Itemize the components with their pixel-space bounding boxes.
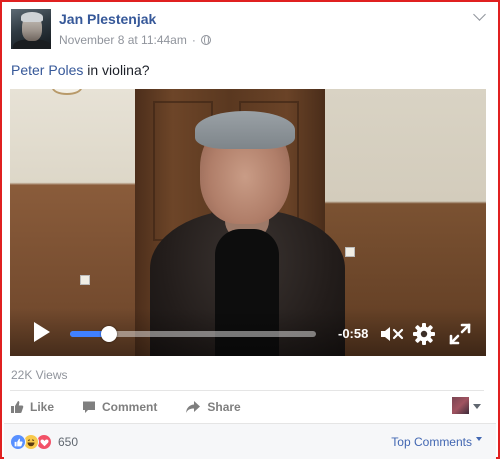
post-text: Peter Poles in violina? — [11, 62, 150, 78]
video-player[interactable]: -0:58 — [10, 89, 486, 356]
play-icon[interactable] — [34, 322, 50, 342]
divider — [10, 390, 484, 391]
reactions-summary[interactable]: 650 — [10, 434, 78, 450]
settings-gear-icon[interactable] — [412, 322, 436, 346]
chevron-down-icon[interactable] — [473, 8, 486, 21]
post-text-body: in violina? — [83, 62, 150, 78]
comment-bubble-icon — [83, 401, 96, 413]
video-frame-switch — [80, 275, 90, 285]
like-label: Like — [30, 400, 55, 414]
reactions-footer: 650 Top Comments — [4, 423, 496, 459]
comment-button[interactable]: Comment — [82, 400, 157, 414]
mention-link[interactable]: Peter Poles — [11, 62, 83, 78]
like-button[interactable]: Like — [10, 400, 54, 414]
author-name[interactable]: Jan Plestenjak — [59, 11, 156, 27]
video-time-remaining: -0:58 — [338, 326, 369, 341]
view-count: 22K Views — [11, 368, 68, 382]
video-progress-track[interactable] — [70, 326, 316, 342]
post-timestamp[interactable]: November 8 at 11:44am — [59, 33, 187, 47]
share-as-avatar[interactable] — [452, 397, 469, 414]
top-comments-label: Top Comments — [391, 435, 472, 449]
share-arrow-icon — [186, 401, 201, 413]
comment-label: Comment — [102, 400, 158, 414]
meta-separator: · — [191, 33, 196, 47]
video-progress-knob[interactable] — [101, 326, 118, 342]
author-avatar[interactable] — [11, 9, 51, 49]
video-frame-switch — [345, 247, 355, 257]
caret-down-icon[interactable] — [473, 404, 481, 409]
reaction-count: 650 — [58, 435, 79, 449]
top-comments-dropdown[interactable]: Top Comments — [391, 435, 482, 449]
share-label: Share — [207, 400, 241, 414]
mute-icon[interactable] — [380, 325, 404, 343]
post-actions: Like Comment Share — [10, 397, 269, 417]
video-controls: -0:58 — [10, 308, 486, 356]
caret-down-icon — [476, 437, 482, 441]
fullscreen-icon[interactable] — [448, 322, 472, 346]
post-meta: November 8 at 11:44am · — [59, 33, 211, 47]
share-button[interactable]: Share — [185, 400, 241, 414]
post-card: Jan Plestenjak November 8 at 11:44am · P… — [0, 0, 500, 459]
thumbs-up-icon — [11, 401, 24, 413]
globe-icon[interactable] — [200, 34, 211, 45]
like-reaction-icon — [10, 434, 26, 450]
